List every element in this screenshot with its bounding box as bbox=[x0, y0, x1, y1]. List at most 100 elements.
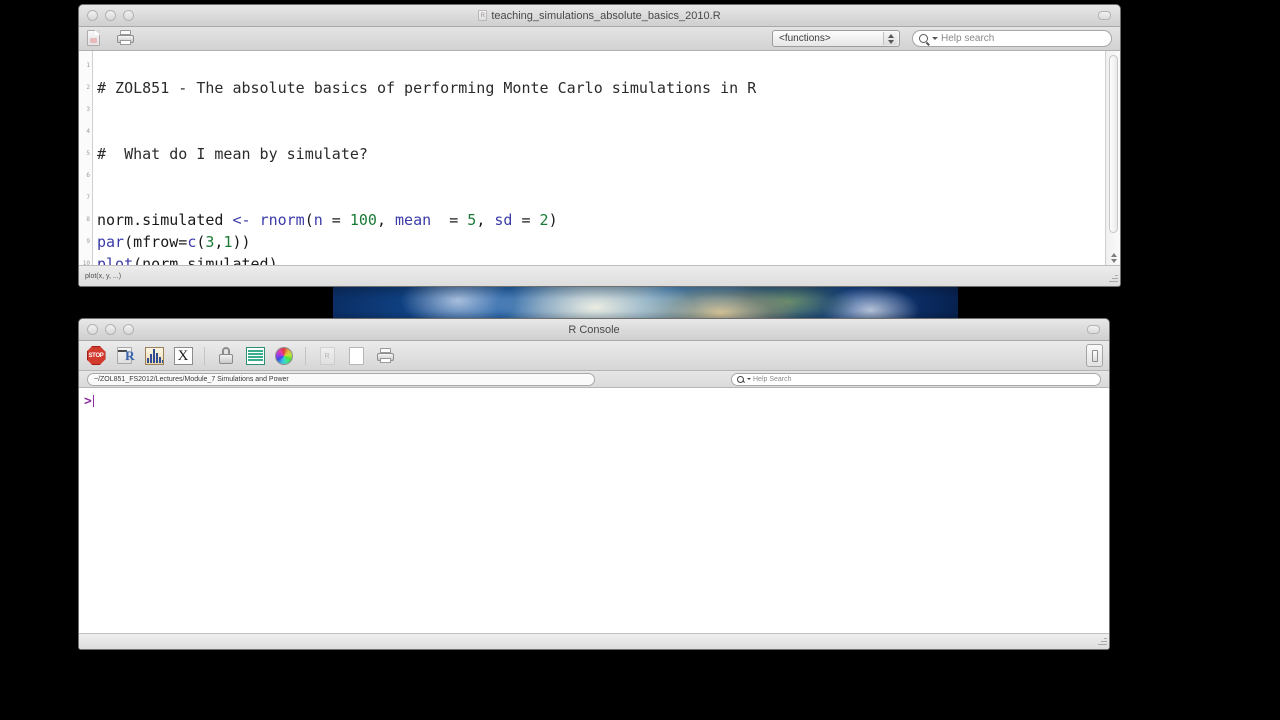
print-button[interactable] bbox=[374, 345, 396, 367]
code-token: # ZOL851 - The absolute basics of perfor… bbox=[97, 79, 757, 97]
editor-help-search-input[interactable]: Help search bbox=[912, 30, 1112, 47]
text-cursor bbox=[92, 395, 94, 407]
r-file-icon: R bbox=[478, 10, 488, 21]
color-wheel-icon bbox=[275, 346, 293, 365]
line-number: 10 bbox=[82, 260, 90, 267]
quit-r-icon: R bbox=[116, 346, 135, 365]
stop-icon: STOP bbox=[86, 346, 106, 365]
minimize-button[interactable] bbox=[105, 324, 116, 335]
quit-r-button[interactable]: R bbox=[114, 345, 136, 367]
printer-icon bbox=[376, 348, 394, 363]
close-button[interactable] bbox=[87, 324, 98, 335]
console-footer bbox=[79, 633, 1109, 649]
console-help-search-placeholder: Help Search bbox=[753, 375, 792, 383]
working-directory-value: ~/ZOL851_FS2012/Lectures/Module_7 Simula… bbox=[94, 375, 289, 383]
line-number: 6 bbox=[86, 172, 90, 179]
code-line: par(mfrow=c(3,1)) bbox=[97, 231, 1120, 253]
code-line: # ZOL851 - The absolute basics of perfor… bbox=[97, 77, 1120, 99]
code-text-area[interactable]: # ZOL851 - The absolute basics of perfor… bbox=[93, 51, 1120, 265]
editor-status-text: plot(x, y, ...) bbox=[85, 273, 122, 280]
code-token: sd bbox=[494, 211, 513, 229]
histogram-icon bbox=[144, 346, 164, 365]
code-token: # What do I mean by simulate? bbox=[97, 145, 368, 163]
console-title-text: R Console bbox=[568, 323, 620, 336]
new-document-button[interactable] bbox=[87, 29, 105, 48]
editor-titlebar[interactable]: R teaching_simulations_absolute_basics_2… bbox=[79, 5, 1120, 27]
print-button[interactable] bbox=[117, 29, 135, 48]
stop-button[interactable]: STOP bbox=[85, 345, 107, 367]
line-number-gutter: 1 2 3 4 5 6 7 8 9 10 bbox=[79, 51, 93, 267]
resize-grip[interactable] bbox=[1095, 635, 1107, 647]
console-output-area[interactable]: > bbox=[79, 388, 1109, 633]
console-window-controls bbox=[79, 324, 134, 335]
line-number: 1 bbox=[86, 62, 90, 69]
console-title: R Console bbox=[79, 324, 1109, 336]
screen-root: R teaching_simulations_absolute_basics_2… bbox=[0, 0, 1280, 720]
console-titlebar[interactable]: R Console bbox=[79, 319, 1109, 341]
line-number: 3 bbox=[86, 106, 90, 113]
code-token: ) bbox=[548, 211, 558, 229]
console-help-search-input[interactable]: Help Search bbox=[731, 372, 1101, 386]
resize-grip[interactable] bbox=[1106, 272, 1118, 284]
editor-toolbar-toggle[interactable] bbox=[1098, 11, 1111, 20]
editor-title-text: teaching_simulations_absolute_basics_201… bbox=[491, 9, 721, 22]
console-prompt: > bbox=[84, 394, 92, 409]
console-titlebar-toggle[interactable] bbox=[1087, 325, 1100, 334]
code-token: n bbox=[313, 211, 323, 229]
editor-vertical-scrollbar[interactable] bbox=[1105, 51, 1120, 265]
code-token: = bbox=[512, 211, 540, 229]
line-number: 9 bbox=[86, 238, 90, 245]
line-number: 8 bbox=[86, 216, 90, 223]
line-number: 4 bbox=[86, 128, 90, 135]
zoom-button[interactable] bbox=[123, 10, 134, 21]
scrollbar-thumb[interactable] bbox=[1109, 55, 1118, 233]
code-token: = bbox=[322, 211, 350, 229]
histogram-button[interactable] bbox=[143, 345, 165, 367]
functions-dropdown[interactable]: <functions> bbox=[772, 30, 900, 47]
editor-window-controls bbox=[79, 10, 134, 21]
code-token: = bbox=[431, 211, 468, 229]
line-number: 2 bbox=[86, 84, 90, 91]
toolbar-divider bbox=[305, 346, 306, 365]
zoom-button[interactable] bbox=[123, 324, 134, 335]
functions-dropdown-value: <functions> bbox=[779, 33, 831, 44]
code-token: 100 bbox=[349, 211, 377, 229]
editor-toolbar: <functions> Help search bbox=[79, 27, 1120, 51]
code-line: plot(norm.simulated) bbox=[97, 253, 1120, 265]
toolbar-divider bbox=[204, 346, 205, 365]
code-token: , bbox=[376, 211, 396, 229]
code-token: 5 bbox=[467, 211, 477, 229]
x11-icon: X bbox=[173, 346, 193, 365]
search-caret-icon bbox=[747, 378, 751, 380]
line-number: 5 bbox=[86, 150, 90, 157]
lock-button[interactable] bbox=[215, 345, 237, 367]
console-location-bar: ~/ZOL851_FS2012/Lectures/Module_7 Simula… bbox=[79, 371, 1109, 388]
document-icon bbox=[87, 29, 100, 46]
code-token: par bbox=[97, 233, 125, 251]
colors-button[interactable] bbox=[273, 345, 295, 367]
working-directory-input[interactable]: ~/ZOL851_FS2012/Lectures/Module_7 Simula… bbox=[87, 372, 595, 386]
toolbar-customize-button[interactable] bbox=[1086, 344, 1103, 367]
chevron-updown-icon bbox=[883, 32, 897, 45]
code-token: ( bbox=[304, 211, 314, 229]
new-document-button[interactable] bbox=[345, 345, 367, 367]
x11-button[interactable]: X bbox=[172, 345, 194, 367]
line-number: 7 bbox=[86, 194, 90, 201]
r-editor-window: R teaching_simulations_absolute_basics_2… bbox=[78, 4, 1121, 287]
minimize-button[interactable] bbox=[105, 10, 116, 21]
scroll-up-icon[interactable] bbox=[1110, 253, 1117, 257]
search-icon bbox=[737, 375, 744, 383]
workspace-browser-button[interactable] bbox=[244, 345, 266, 367]
scrollbar-arrows[interactable] bbox=[1109, 253, 1118, 263]
search-icon bbox=[919, 34, 928, 43]
close-button[interactable] bbox=[87, 10, 98, 21]
code-token: 2 bbox=[539, 211, 549, 229]
toolbar-toggle-icon bbox=[1086, 344, 1103, 367]
scroll-down-icon[interactable] bbox=[1110, 259, 1117, 263]
